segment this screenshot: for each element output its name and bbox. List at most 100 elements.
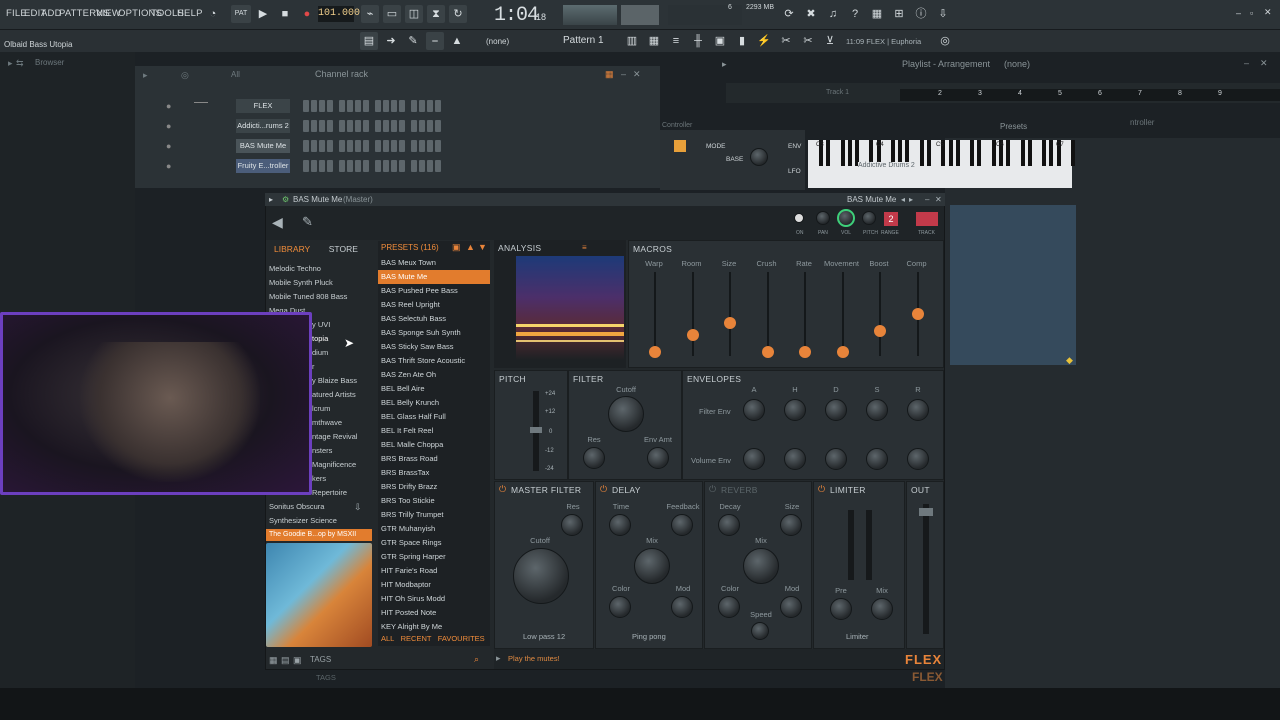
step-button[interactable] xyxy=(435,160,441,172)
list-item[interactable]: BEL Belly Krunch xyxy=(378,396,490,410)
stop-icon[interactable]: ■ xyxy=(276,5,294,23)
step-button[interactable] xyxy=(419,100,425,112)
pan-knob[interactable] xyxy=(816,211,830,225)
list-item[interactable]: Synthesizer Science xyxy=(266,514,374,528)
step-button[interactable] xyxy=(383,100,389,112)
black-key[interactable] xyxy=(955,140,960,166)
step-button[interactable] xyxy=(391,140,397,152)
reverb-size-knob[interactable] xyxy=(780,514,802,536)
analysis-mode-icon[interactable]: ≡ xyxy=(582,243,587,252)
step-button[interactable] xyxy=(427,120,433,132)
list-item[interactable]: KEY Alright By Me xyxy=(378,620,490,634)
save-preset-icon[interactable]: ▣ xyxy=(452,242,461,253)
step-button[interactable] xyxy=(339,140,345,152)
next-preset-icon[interactable]: ▸ xyxy=(909,195,913,204)
thumb-view-icon[interactable]: ▣ xyxy=(293,655,302,666)
black-key[interactable] xyxy=(826,140,831,166)
playlist-clip[interactable] xyxy=(950,205,1076,365)
on-switch[interactable] xyxy=(794,213,804,223)
step-button[interactable] xyxy=(311,120,317,132)
list-item[interactable]: HIT Modbaptor xyxy=(378,578,490,592)
pattern-select[interactable]: Pattern 1 xyxy=(563,35,604,46)
list-item[interactable]: BAS Pushed Pee Bass xyxy=(378,284,490,298)
stamp-icon[interactable]: ▲ xyxy=(448,32,466,50)
filter-recent[interactable]: RECENT xyxy=(401,634,432,643)
render-icon[interactable]: ▮ xyxy=(733,32,751,50)
macro-slider[interactable] xyxy=(766,272,769,356)
close-icon[interactable]: ✕ xyxy=(1264,7,1272,18)
step-button[interactable] xyxy=(363,140,369,152)
step-button[interactable] xyxy=(383,120,389,132)
macro-slider-handle[interactable] xyxy=(649,346,661,358)
channel-led-icon[interactable]: ● xyxy=(166,121,171,131)
help-icon[interactable]: ? xyxy=(846,5,864,23)
macro-slider-handle[interactable] xyxy=(874,325,886,337)
typing-keyboard-icon[interactable]: ⌁ xyxy=(361,5,379,23)
step-button[interactable] xyxy=(375,140,381,152)
grid-view-icon[interactable]: ▦ xyxy=(269,655,278,666)
loop-record-icon[interactable]: ↻ xyxy=(449,5,467,23)
list-item[interactable]: Mobile Tuned 808 Bass xyxy=(266,290,374,304)
volume-knob[interactable] xyxy=(837,209,855,227)
step-button[interactable] xyxy=(391,100,397,112)
step-button[interactable] xyxy=(399,160,405,172)
step-button[interactable] xyxy=(435,100,441,112)
step-button[interactable] xyxy=(355,160,361,172)
list-item[interactable]: BEL It Felt Reel xyxy=(378,424,490,438)
flex-title-right[interactable]: BAS Mute Me ◂ ▸ – ✕ xyxy=(845,193,945,206)
step-button[interactable] xyxy=(391,160,397,172)
step-button[interactable] xyxy=(339,160,345,172)
minimize-icon[interactable]: – xyxy=(1236,8,1241,18)
macro-slider[interactable] xyxy=(691,272,694,356)
pianoroll-icon[interactable]: ▦ xyxy=(645,32,663,50)
black-key[interactable] xyxy=(1049,140,1054,166)
arrow-right-icon[interactable]: ➜ xyxy=(382,32,400,50)
step-button[interactable] xyxy=(319,100,325,112)
rack-close-icon[interactable]: ✕ xyxy=(633,69,641,80)
mf-cutoff-knob[interactable] xyxy=(513,548,569,604)
filter-env-hold-knob[interactable] xyxy=(784,399,806,421)
step-button[interactable] xyxy=(363,100,369,112)
step-button[interactable] xyxy=(303,100,309,112)
plug-icon[interactable]: ⚡ xyxy=(755,32,773,50)
channel-led-icon[interactable]: ● xyxy=(166,141,171,151)
black-key[interactable] xyxy=(1006,140,1011,166)
volume-env-sustain-knob[interactable] xyxy=(866,448,888,470)
tools-icon[interactable]: ✖ xyxy=(802,5,820,23)
power-icon[interactable]: ⏻ xyxy=(600,484,607,495)
macro-slider-handle[interactable] xyxy=(911,308,924,321)
step-button[interactable] xyxy=(319,160,325,172)
delay-feedback-knob[interactable] xyxy=(671,514,693,536)
black-key[interactable] xyxy=(927,140,931,166)
black-key[interactable] xyxy=(1042,140,1047,166)
env-amt-knob[interactable] xyxy=(647,447,669,469)
sort-down-icon[interactable]: ▼ xyxy=(478,242,487,252)
list-item[interactable]: BRS Trilly Trumpet xyxy=(378,508,490,522)
mf-res-knob[interactable] xyxy=(561,514,583,536)
black-key[interactable] xyxy=(840,140,845,166)
base-knob[interactable] xyxy=(750,148,768,166)
step-button[interactable] xyxy=(419,160,425,172)
step-button[interactable] xyxy=(303,160,309,172)
channel-name[interactable]: FLEX xyxy=(236,99,290,113)
macro-slider-handle[interactable] xyxy=(686,329,699,342)
maximize-icon[interactable]: ▫ xyxy=(1250,8,1253,18)
step-button[interactable] xyxy=(311,100,317,112)
browser-arrow-icon[interactable]: ⇆ xyxy=(16,58,24,69)
step-button[interactable] xyxy=(435,120,441,132)
step-button[interactable] xyxy=(399,100,405,112)
ruler-bar[interactable] xyxy=(900,89,1280,101)
tuner-icon[interactable]: ✂ xyxy=(777,32,795,50)
step-sequencer[interactable] xyxy=(303,120,447,132)
list-item[interactable]: GTR Spring Harper xyxy=(378,550,490,564)
cut-icon[interactable]: ✂ xyxy=(799,32,817,50)
filter-env-release-knob[interactable] xyxy=(907,399,929,421)
step-button[interactable] xyxy=(411,100,417,112)
list-item[interactable]: BRS Brass Road xyxy=(378,452,490,466)
step-button[interactable] xyxy=(339,100,345,112)
list-item[interactable]: Melodic Techno xyxy=(266,262,374,276)
play-icon[interactable]: ▶ xyxy=(254,5,272,23)
refresh-icon[interactable]: ⟳ xyxy=(780,5,798,23)
playlist-options-icon[interactable]: ▸ xyxy=(722,59,727,70)
countdown-icon[interactable]: ⧗ xyxy=(427,5,445,23)
